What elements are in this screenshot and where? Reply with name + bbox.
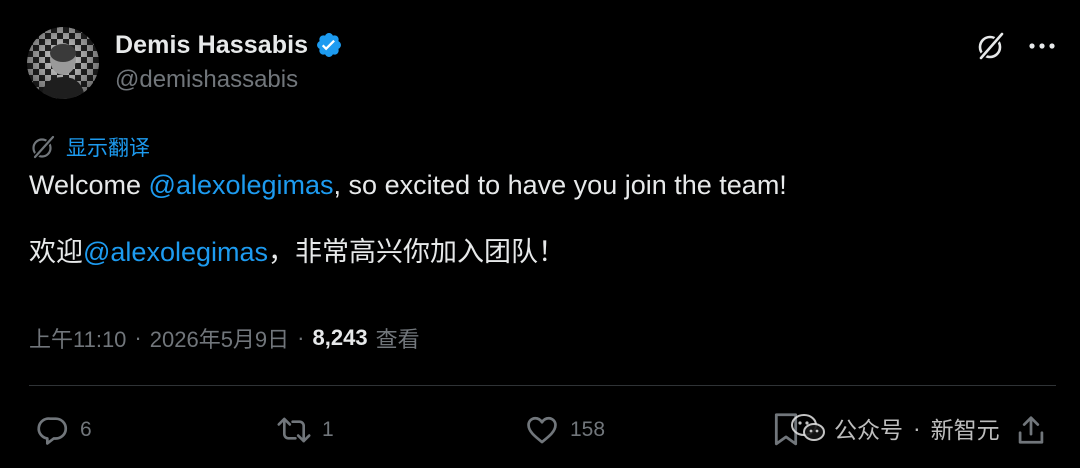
tweet-card: Demis Hassabis @demishassabis 显示翻译 Welco… [0,0,1080,468]
tweet-date[interactable]: 2026年5月9日 [150,322,289,354]
avatar[interactable] [27,27,99,99]
watermark-source: 公众号 [834,417,903,443]
divider [29,385,1056,386]
author-display-name[interactable]: Demis Hassabis [115,31,308,60]
like-count: 158 [570,418,606,441]
author-handle[interactable]: @demishassabis [115,66,298,94]
tweet-text-en-suffix: , so excited to have you join the team! [333,170,787,200]
views-count: 8,243 [312,325,368,350]
share-button[interactable] [1016,410,1056,450]
more-horizontal-icon [1029,43,1055,49]
repost-count: 1 [322,418,334,441]
wechat-icon [791,414,825,441]
wechat-watermark: 公众号 · 新智元 [790,408,1000,448]
tweet-text-chinese: 欢迎@alexolegimas，非常高兴你加入团队！ [29,230,565,269]
tweet-text-en-prefix: Welcome [29,170,149,200]
show-translation-label[interactable]: 显示翻译 [66,132,150,162]
author-name-row[interactable]: Demis Hassabis [115,29,343,61]
mention-link[interactable]: @alexolegimas [149,170,334,200]
repost-icon [277,417,311,443]
more-options-button[interactable] [1023,27,1061,65]
verified-badge-icon [315,31,343,59]
grok-icon [977,32,1005,61]
show-translation-link[interactable]: 显示翻译 [30,132,150,162]
watermark-name: 新智元 [930,417,1000,443]
meta-separator: · [134,325,142,350]
tweet-text-zh-suffix: ，非常高兴你加入团队！ [268,237,565,267]
meta-separator: · [297,325,305,350]
reply-count: 6 [80,418,92,441]
translate-globe-icon [32,135,55,160]
reply-icon [37,417,68,445]
avatar-image [27,27,99,99]
tweet-text-english: Welcome @alexolegimas, so excited to hav… [29,170,787,201]
views-label: 查看 [375,327,420,352]
watermark-separator: · [913,414,921,441]
heart-icon [527,416,557,444]
tweet-text-zh-prefix: 欢迎 [29,237,83,267]
tweet-meta: 上午11:10 · 2026年5月9日 · 8,243 查看 [29,322,420,354]
reply-button[interactable]: 6 [36,410,92,450]
share-icon [1018,416,1044,444]
like-button[interactable]: 158 [524,410,605,450]
grok-button[interactable] [972,27,1010,65]
repost-button[interactable]: 1 [276,410,334,450]
tweet-time[interactable]: 上午11:10 [29,322,126,354]
mention-link-zh[interactable]: @alexolegimas [83,237,268,267]
